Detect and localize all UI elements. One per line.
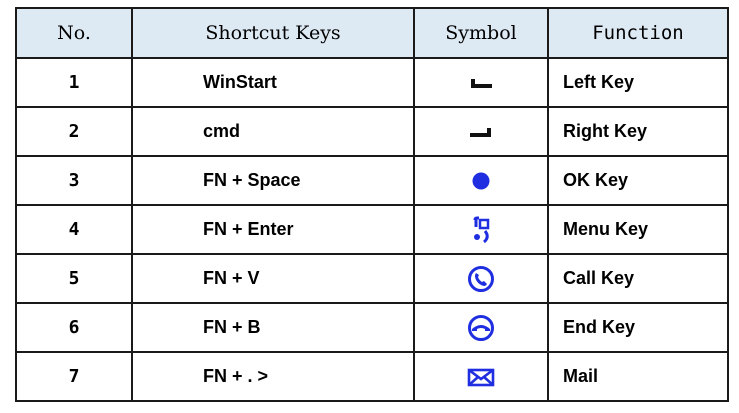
menu-icon [464,215,498,245]
table-row: 7 FN + . > Mail [15,351,729,402]
row-number: 1 [15,57,133,108]
table-header: No. Shortcut Keys Symbol Function [15,7,729,59]
mail-icon [464,362,498,392]
row-function: Call Key [547,253,729,304]
right-softkey-icon [464,117,498,147]
header-row: No. Shortcut Keys Symbol Function [15,7,729,59]
table-row: 4 FN + Enter Menu Key [15,204,729,255]
table-row: 1 WinStart Left Key [15,57,729,108]
row-shortcut: cmd [131,106,415,157]
row-number: 6 [15,302,133,353]
row-shortcut: FN + Enter [131,204,415,255]
row-number: 3 [15,155,133,206]
row-function: End Key [547,302,729,353]
row-number: 7 [15,351,133,402]
table-row: 3 FN + Space OK Key [15,155,729,206]
row-shortcut: FN + Space [131,155,415,206]
row-symbol [413,57,549,108]
row-symbol [413,302,549,353]
row-symbol [413,253,549,304]
header-symbol: Symbol [413,7,549,59]
row-function: Mail [547,351,729,402]
row-function: Right Key [547,106,729,157]
row-function: OK Key [547,155,729,206]
row-function: Left Key [547,57,729,108]
row-symbol [413,204,549,255]
shortcut-keys-table: No. Shortcut Keys Symbol Function 1 WinS… [15,7,729,402]
row-function: Menu Key [547,204,729,255]
row-number: 2 [15,106,133,157]
row-shortcut: FN + . > [131,351,415,402]
table-row: 5 FN + V Call Key [15,253,729,304]
call-icon [464,264,498,294]
header-function: Function [547,7,729,59]
ok-dot-icon [464,166,498,196]
row-number: 5 [15,253,133,304]
row-symbol [413,351,549,402]
row-number: 4 [15,204,133,255]
header-shortcut-keys: Shortcut Keys [131,7,415,59]
row-shortcut: FN + B [131,302,415,353]
table-row: 2 cmd Right Key [15,106,729,157]
end-call-icon [464,313,498,343]
table-row: 6 FN + B End Key [15,302,729,353]
row-shortcut: FN + V [131,253,415,304]
row-symbol [413,106,549,157]
row-shortcut: WinStart [131,57,415,108]
header-no: No. [15,7,133,59]
row-symbol [413,155,549,206]
left-softkey-icon [464,68,498,98]
